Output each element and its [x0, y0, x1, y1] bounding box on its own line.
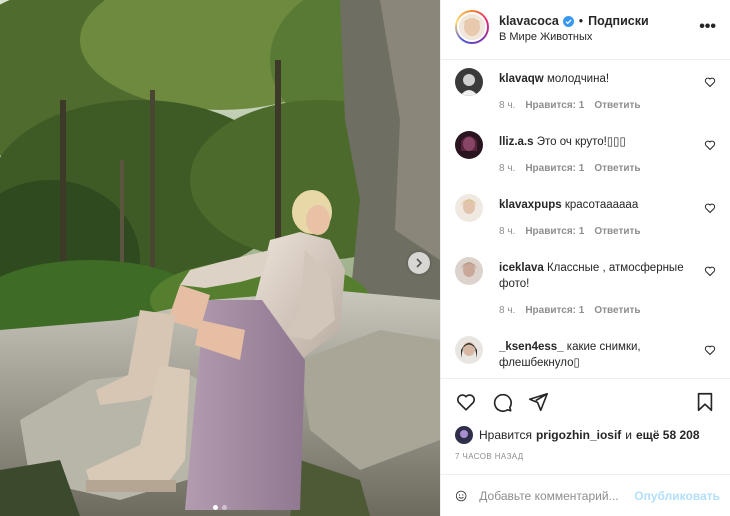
comment-text: красотаааааа: [564, 199, 639, 211]
author-avatar-image: [459, 14, 485, 40]
likes-conjunction: и: [625, 428, 632, 442]
comment-time[interactable]: 8 ч.: [499, 305, 515, 316]
post-photo[interactable]: [0, 0, 440, 516]
heart-icon[interactable]: [455, 391, 477, 413]
reply-button[interactable]: Ответить: [594, 163, 640, 174]
publish-button[interactable]: Опубликовать: [634, 489, 720, 503]
comment-item: lliz.a.s Это оч круто!▯▯▯ 8 ч. Нравится:…: [455, 131, 716, 193]
comment-item: klavaqw молодчина! 8 ч. Нравится: 1 Отве…: [455, 68, 716, 130]
chevron-right-icon: [416, 258, 423, 268]
reply-button[interactable]: Ответить: [594, 305, 640, 316]
comment-likes[interactable]: Нравится: 1: [525, 305, 584, 316]
commenter-avatar[interactable]: [455, 336, 483, 364]
post-actions-bar: [441, 378, 730, 424]
commenter-avatar[interactable]: [455, 68, 483, 96]
comment-item: _ksen4ess_ какие снимки, флешбекнуло▯: [455, 336, 716, 378]
comment-item: iceklava Классные , атмосферные фото! 8 …: [455, 257, 716, 335]
author-username[interactable]: klavacoca: [499, 14, 559, 28]
heart-icon[interactable]: [704, 139, 716, 151]
commenter-avatar[interactable]: [455, 257, 483, 285]
commenter-avatar[interactable]: [455, 131, 483, 159]
comment-text: Это оч круто!▯▯▯: [536, 136, 626, 148]
heart-icon[interactable]: [704, 202, 716, 214]
following-button[interactable]: Подписки: [588, 14, 649, 28]
heart-icon[interactable]: [704, 265, 716, 277]
heart-icon[interactable]: [704, 76, 716, 88]
instagram-post: klavacoca • Подписки В Мире Животных •••: [0, 0, 730, 516]
reply-button[interactable]: Ответить: [594, 100, 640, 111]
likes-prefix: Нравится: [479, 428, 532, 442]
header-separator: •: [578, 14, 584, 28]
comment-time[interactable]: 8 ч.: [499, 163, 515, 174]
comment-username[interactable]: iceklava: [499, 262, 544, 274]
comment-username[interactable]: lliz.a.s: [499, 136, 534, 148]
comment-likes[interactable]: Нравится: 1: [525, 226, 584, 237]
comment-input[interactable]: [479, 488, 635, 503]
likes-count[interactable]: ещё 58 208: [636, 428, 700, 442]
comment-time[interactable]: 8 ч.: [499, 226, 515, 237]
liker-username[interactable]: prigozhin_iosif: [536, 428, 621, 442]
heart-icon[interactable]: [704, 344, 716, 356]
emoji-icon[interactable]: [455, 485, 467, 507]
forest-photo: [0, 0, 440, 516]
add-comment-bar: Опубликовать: [441, 474, 730, 516]
comment-username[interactable]: klavaxpups: [499, 199, 562, 211]
carousel-dot: [222, 505, 227, 510]
next-photo-button[interactable]: [408, 252, 430, 274]
share-icon[interactable]: [527, 391, 549, 413]
comment-time[interactable]: 8 ч.: [499, 100, 515, 111]
post-side-panel: klavacoca • Подписки В Мире Животных •••: [440, 0, 730, 516]
comment-username[interactable]: klavaqw: [499, 73, 544, 85]
comment-item: klavaxpups красотаааааа 8 ч. Нравится: 1…: [455, 194, 716, 256]
verified-badge-icon: [562, 15, 574, 27]
carousel-dot: [213, 505, 218, 510]
author-avatar[interactable]: [455, 10, 489, 44]
commenter-avatar[interactable]: [455, 194, 483, 222]
more-options-icon[interactable]: •••: [699, 19, 716, 35]
post-timestamp[interactable]: 7 ЧАСОВ НАЗАД: [441, 446, 730, 470]
post-location[interactable]: В Мире Животных: [499, 31, 649, 43]
comments-list: klavaqw молодчина! 8 ч. Нравится: 1 Отве…: [441, 60, 730, 378]
carousel-indicator: [0, 505, 440, 510]
reply-button[interactable]: Ответить: [594, 226, 640, 237]
comment-username[interactable]: _ksen4ess_: [499, 341, 564, 353]
post-header: klavacoca • Подписки В Мире Животных •••: [441, 0, 730, 60]
comment-icon[interactable]: [491, 391, 513, 413]
likes-summary: Нравится prigozhin_iosif и ещё 58 208: [441, 424, 730, 446]
comment-likes[interactable]: Нравится: 1: [525, 100, 584, 111]
liker-avatar[interactable]: [455, 426, 473, 444]
comment-likes[interactable]: Нравится: 1: [525, 163, 584, 174]
comment-text: молодчина!: [546, 73, 610, 85]
bookmark-icon[interactable]: [694, 391, 716, 413]
